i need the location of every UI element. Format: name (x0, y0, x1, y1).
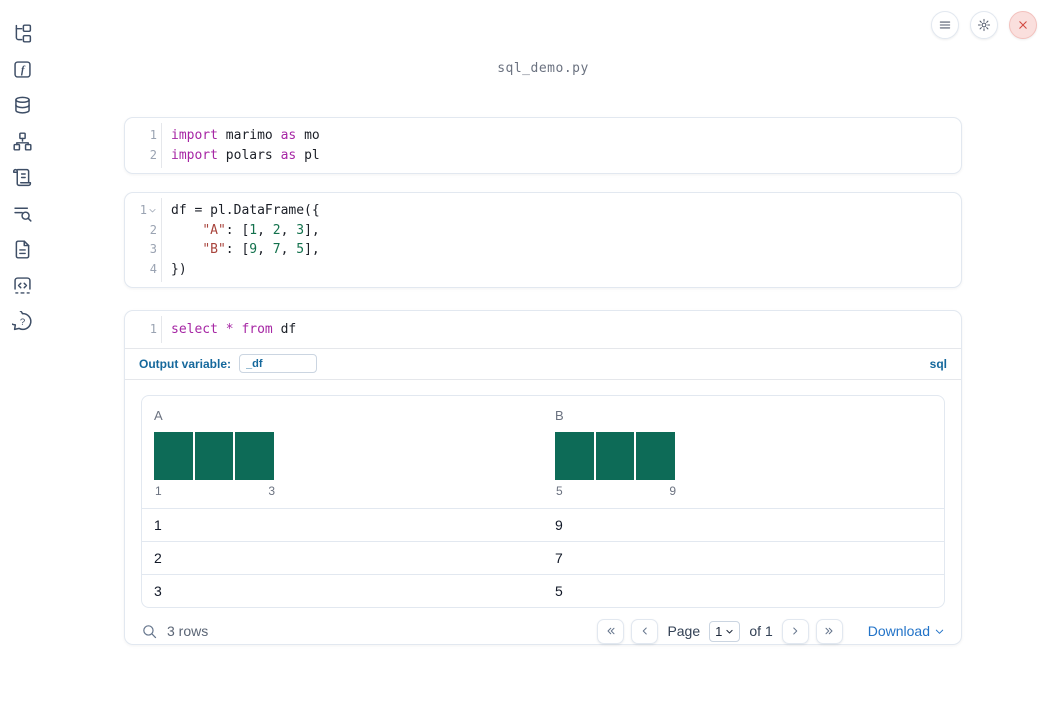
line-number: 2 (149, 147, 157, 162)
code-text[interactable]: "B": [9, 7, 5], (161, 240, 319, 260)
marimo-notebook: f ? sql_demo.py 1 import marimo as mo 2 … (0, 0, 1043, 713)
menu-icon[interactable] (931, 11, 959, 39)
data-sources-icon[interactable] (10, 93, 34, 117)
line-number: 2 (149, 222, 157, 237)
line-number: 1 (125, 201, 161, 221)
language-badge: sql (929, 356, 947, 371)
row-count: 3 rows (141, 623, 208, 640)
code-line: 3 "B": [9, 7, 5], (125, 240, 961, 260)
column-histogram (555, 431, 676, 480)
dataframe-table: A13B59 192735 (141, 394, 945, 608)
code-text[interactable]: select * from df (161, 320, 296, 340)
first-page-icon[interactable] (597, 618, 625, 644)
row-count-label: 3 rows (167, 623, 209, 639)
page-label: Page (667, 623, 701, 639)
histogram-bar (235, 431, 275, 480)
pagination: Page 1 of 1 Download (597, 618, 945, 644)
code-editor[interactable]: 1 import marimo as mo 2 import polars as pl (125, 118, 961, 173)
table-row[interactable]: 19 (142, 507, 944, 541)
table-cell: 7 (555, 549, 563, 566)
notebook-filename: sql_demo.py (497, 61, 589, 76)
cell-output: A13B59 192735 (125, 380, 961, 608)
column-histogram (154, 431, 275, 480)
chevron-down-icon (726, 629, 733, 633)
gear-icon[interactable] (970, 11, 998, 39)
variables-icon[interactable]: f (10, 57, 34, 81)
file-explorer-icon[interactable] (10, 21, 34, 45)
column-header[interactable]: B 59 (543, 396, 944, 508)
column-label: A (154, 407, 163, 423)
close-icon[interactable] (1009, 11, 1037, 39)
histogram-axis-labels: 59 (556, 483, 676, 498)
table-body: 192735 (142, 507, 944, 607)
help-chat-icon[interactable]: ? (10, 309, 34, 333)
table-cell: 9 (555, 516, 563, 533)
code-editor[interactable]: 1 df = pl.DataFrame({2 "A": [1, 2, 3], 3 "… (125, 193, 961, 287)
next-page-icon[interactable] (781, 618, 809, 644)
sql-cell-toolbar: Output variable: sql (125, 347, 961, 380)
dependency-graph-icon[interactable] (10, 129, 34, 153)
download-button[interactable]: Download (868, 623, 945, 639)
sql-editor[interactable]: 1 select * from df (125, 311, 961, 348)
download-label: Download (867, 623, 930, 639)
line-number: 1 (149, 321, 157, 336)
documentation-icon[interactable] (10, 237, 34, 261)
histogram-bar (194, 431, 234, 480)
line-number: 1 (149, 128, 157, 142)
logs-icon[interactable] (10, 165, 34, 189)
table-cell: 1 (154, 516, 162, 533)
search-icon (143, 624, 157, 638)
table-row[interactable]: 35 (142, 573, 944, 607)
fold-chevron-icon[interactable] (148, 206, 157, 215)
code-line: 2 "A": [1, 2, 3], (125, 221, 961, 241)
helper-sidebar: f ? (0, 0, 44, 713)
line-number: 4 (149, 261, 157, 276)
table-cell: 5 (555, 582, 563, 599)
code-line: 1 df = pl.DataFrame({ (125, 201, 961, 221)
table-footer: 3 rows Page 1 of 1 Download (125, 608, 961, 644)
of-label: of 1 (749, 623, 773, 639)
code-cell-imports[interactable]: 1 import marimo as mo 2 import polars as pl (124, 117, 962, 174)
code-line: 4}) (125, 260, 961, 280)
table-cell: 3 (154, 582, 162, 599)
search-icon[interactable] (10, 201, 34, 225)
output-variable-label: Output variable: (139, 356, 232, 371)
chevron-down-icon (935, 629, 944, 634)
output-variable-input[interactable] (239, 354, 318, 373)
line-number: 3 (149, 242, 157, 256)
svg-text:f: f (20, 64, 25, 76)
code-cell-dataframe[interactable]: 1 df = pl.DataFrame({2 "A": [1, 2, 3], 3 "… (124, 192, 962, 288)
column-label: B (555, 407, 564, 423)
table-cell: 2 (154, 549, 162, 566)
last-page-icon[interactable] (815, 618, 843, 644)
code-text[interactable]: "A": [1, 2, 3], (161, 221, 319, 241)
table-header: A 13 B 59 (142, 396, 944, 508)
column-header[interactable]: A 13 (142, 396, 543, 508)
histogram-bar (154, 431, 193, 480)
code-text[interactable]: import marimo as mo (161, 126, 320, 146)
sql-cell[interactable]: 1 select * from df Output variable: sql A… (124, 310, 962, 645)
previous-page-icon[interactable] (631, 618, 659, 644)
snippets-icon[interactable] (10, 273, 34, 297)
histogram-bar (555, 431, 594, 480)
page-select-value: 1 (715, 623, 723, 639)
code-text[interactable]: }) (161, 260, 187, 280)
topbar-actions (931, 11, 1037, 39)
svg-text:?: ? (19, 316, 24, 327)
code-line: 2 import polars as pl (125, 146, 961, 166)
table-row[interactable]: 27 (142, 540, 944, 574)
code-line: 1 select * from df (125, 320, 961, 340)
page-select[interactable]: 1 (709, 620, 741, 642)
code-text[interactable]: import polars as pl (161, 146, 320, 166)
histogram-bar (636, 431, 676, 480)
code-text[interactable]: df = pl.DataFrame({ (161, 201, 320, 221)
histogram-bar (595, 431, 635, 480)
histogram-axis-labels: 13 (155, 483, 275, 498)
code-line: 1 import marimo as mo (125, 126, 961, 146)
